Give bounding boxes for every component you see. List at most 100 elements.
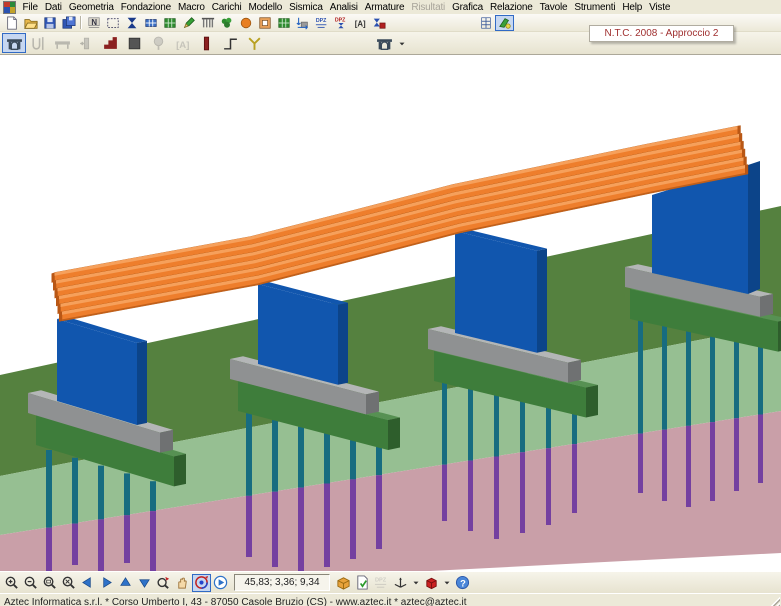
frame-model-button[interactable] bbox=[476, 15, 495, 31]
solid-view-button[interactable] bbox=[334, 574, 353, 592]
view-section-y-button[interactable] bbox=[242, 33, 266, 53]
magp-icon bbox=[4, 575, 19, 590]
view-terrain-button[interactable] bbox=[146, 33, 170, 53]
zoom-window-button[interactable] bbox=[40, 574, 59, 592]
piles-button[interactable] bbox=[198, 15, 217, 31]
view-abutment-button[interactable] bbox=[98, 33, 122, 53]
table-grid-button[interactable] bbox=[274, 15, 293, 31]
stepred-icon bbox=[102, 35, 119, 52]
view-whole-bridge-button[interactable] bbox=[2, 33, 26, 53]
new-document-button[interactable] bbox=[2, 15, 21, 31]
caret-icon bbox=[411, 575, 421, 590]
zoom-in-button[interactable] bbox=[2, 574, 21, 592]
pan-hand-button[interactable] bbox=[173, 574, 192, 592]
pan-up-button[interactable] bbox=[116, 574, 135, 592]
cluster-icon bbox=[220, 16, 234, 30]
animate-play-button[interactable] bbox=[211, 574, 230, 592]
edit-pencil-button[interactable] bbox=[179, 15, 198, 31]
menu-item-modello[interactable]: Modello bbox=[245, 1, 286, 14]
dpzgray-icon: DPZ bbox=[374, 575, 389, 590]
view-foundation-button[interactable] bbox=[122, 33, 146, 53]
redcube-icon bbox=[424, 575, 439, 590]
dpz-toggle-button[interactable]: DPZ bbox=[372, 574, 391, 592]
render-paint-button[interactable] bbox=[495, 15, 514, 31]
view-pier-button[interactable] bbox=[26, 33, 50, 53]
sheetcheck-icon bbox=[355, 575, 370, 590]
axes-dropdown-caret[interactable] bbox=[410, 574, 422, 592]
status-text: Aztec Informatica s.r.l. * Corso Umberto… bbox=[0, 597, 467, 606]
dpzr-icon: DPZ bbox=[334, 16, 348, 30]
menu-item-geometria[interactable]: Geometria bbox=[65, 1, 117, 14]
axes-orientation-button[interactable] bbox=[391, 574, 410, 592]
menu-item-carichi[interactable]: Carichi bbox=[208, 1, 245, 14]
menu-item-strumenti[interactable]: Strumenti bbox=[571, 1, 619, 14]
pan-right-button[interactable] bbox=[97, 574, 116, 592]
save-all-button[interactable] bbox=[59, 15, 78, 31]
menu-item-tavole[interactable]: Tavole bbox=[536, 1, 571, 14]
resize-grip[interactable] bbox=[768, 597, 780, 606]
bridge-3d-scene[interactable] bbox=[0, 55, 781, 571]
zoom-out-button[interactable] bbox=[21, 574, 40, 592]
magm-icon bbox=[23, 575, 38, 590]
menu-item-fondazione[interactable]: Fondazione bbox=[117, 1, 174, 14]
piles-icon bbox=[201, 16, 215, 30]
caret-icon bbox=[442, 575, 452, 590]
soil-cluster-button[interactable] bbox=[217, 15, 236, 31]
dpz-blue-button[interactable]: DPZ bbox=[312, 15, 331, 31]
view-deck-button[interactable] bbox=[50, 33, 74, 53]
building-icon bbox=[479, 16, 493, 30]
svg-text:[A]: [A] bbox=[354, 19, 365, 28]
arrowD-icon bbox=[137, 575, 152, 590]
menu-item-file[interactable]: File bbox=[19, 1, 41, 14]
menu-item-grafica[interactable]: Grafica bbox=[449, 1, 487, 14]
armature-a-button[interactable]: [A] bbox=[350, 15, 369, 31]
norm-data-button[interactable]: N bbox=[84, 15, 103, 31]
selection-marquee-button[interactable] bbox=[103, 15, 122, 31]
render-mode-button[interactable] bbox=[422, 574, 441, 592]
svg-text:DPZ: DPZ bbox=[375, 578, 387, 584]
menu-bar: FileDatiGeometriaFondazioneMacroCarichiM… bbox=[0, 0, 781, 14]
hourglass-icon bbox=[125, 16, 139, 30]
view-armature-button[interactable]: [A] bbox=[170, 33, 194, 53]
view-pier-detail-button[interactable] bbox=[74, 33, 98, 53]
menu-item-sismica[interactable]: Sismica bbox=[286, 1, 327, 14]
view-profile-button[interactable] bbox=[218, 33, 242, 53]
zoom-dynamic-button[interactable] bbox=[154, 574, 173, 592]
rotate-3d-button[interactable] bbox=[192, 574, 211, 592]
menu-item-macro[interactable]: Macro bbox=[174, 1, 208, 14]
deckico-icon bbox=[54, 35, 71, 52]
floppy2-icon bbox=[62, 16, 76, 30]
pile-section-button[interactable] bbox=[236, 15, 255, 31]
deck-table-button[interactable] bbox=[141, 15, 160, 31]
menu-item-viste[interactable]: Viste bbox=[646, 1, 674, 14]
analysis-grid-button[interactable] bbox=[369, 15, 388, 31]
bridge-icon bbox=[6, 35, 23, 52]
analysis-hourglass-button[interactable] bbox=[122, 15, 141, 31]
save-button[interactable] bbox=[40, 15, 59, 31]
mesh-grid-button[interactable] bbox=[160, 15, 179, 31]
pan-left-button[interactable] bbox=[78, 574, 97, 592]
greengrid-icon bbox=[277, 16, 291, 30]
plinth-dimensions-button[interactable] bbox=[293, 15, 312, 31]
pan-down-button[interactable] bbox=[135, 574, 154, 592]
view-pier-bar-button[interactable] bbox=[194, 33, 218, 53]
verify-sheet-button[interactable] bbox=[353, 574, 372, 592]
box-section-button[interactable] bbox=[255, 15, 274, 31]
bridge-view-caret[interactable] bbox=[396, 33, 408, 53]
help-button[interactable]: ? bbox=[453, 574, 472, 592]
page-icon bbox=[5, 16, 19, 30]
menu-item-armature[interactable]: Armature bbox=[361, 1, 408, 14]
brA-icon: [A] bbox=[353, 16, 367, 30]
model-viewport[interactable] bbox=[0, 55, 781, 571]
menu-item-dati[interactable]: Dati bbox=[41, 1, 65, 14]
menu-item-relazione[interactable]: Relazione bbox=[486, 1, 536, 14]
folder-icon bbox=[24, 16, 38, 30]
zoom-extents-button[interactable] bbox=[59, 574, 78, 592]
menu-item-analisi[interactable]: Analisi bbox=[326, 1, 361, 14]
bridge-view-dropdown-button[interactable] bbox=[372, 33, 396, 53]
open-file-button[interactable] bbox=[21, 15, 40, 31]
treegray-icon bbox=[150, 35, 167, 52]
dpz-analysis-button[interactable]: DPZ bbox=[331, 15, 350, 31]
render-dropdown-caret[interactable] bbox=[441, 574, 453, 592]
menu-item-help[interactable]: Help bbox=[619, 1, 646, 14]
